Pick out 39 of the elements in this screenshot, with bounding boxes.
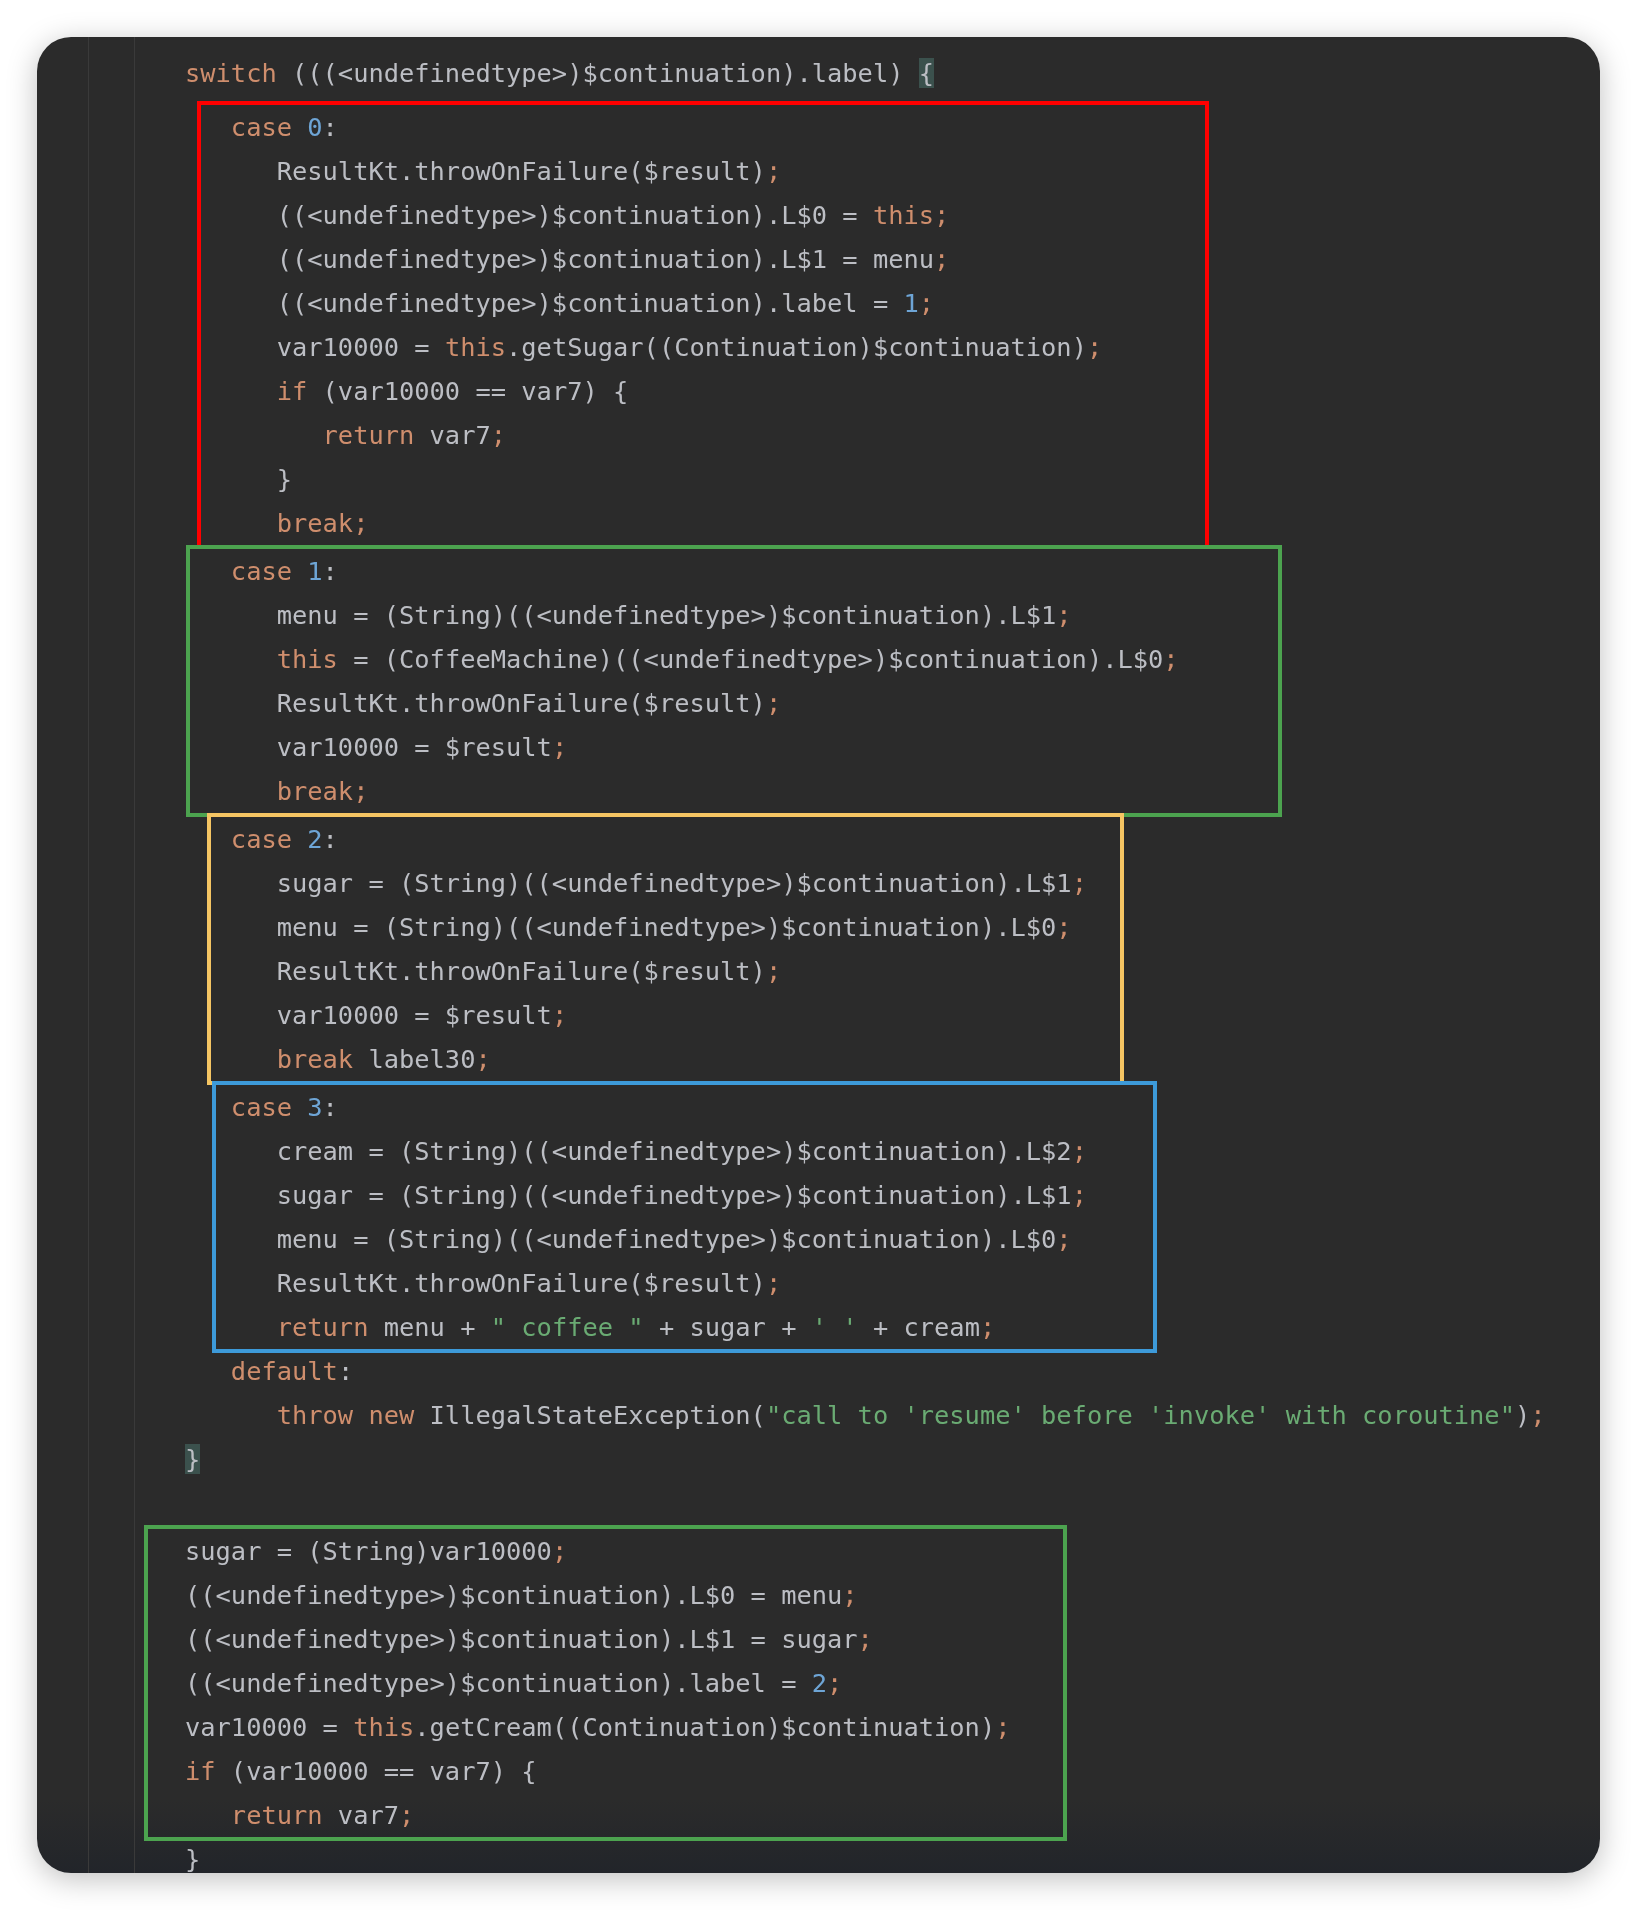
code-line: var10000 = this.getCream((Continuation)$continuation); xyxy=(185,1711,1011,1744)
code-line: case 2: xyxy=(229,823,338,856)
code-line: case 1: xyxy=(229,555,338,588)
code-line: return menu + " coffee " + sugar + ' ' + cream; xyxy=(275,1311,996,1344)
code-line: ((<undefinedtype>)$continuation).L$1 = sugar; xyxy=(185,1623,873,1656)
code-line: if (var10000 == var7) { xyxy=(275,375,629,408)
code-line: sugar = (String)((<undefinedtype>)$continuation).L$1; xyxy=(275,1179,1087,1212)
code-line: var10000 = $result; xyxy=(275,999,568,1032)
code-line: return var7; xyxy=(321,419,507,452)
code-line: var10000 = $result; xyxy=(275,731,568,764)
code-line: menu = (String)((<undefinedtype>)$continuation).L$0; xyxy=(275,1223,1072,1256)
code-line: menu = (String)((<undefinedtype>)$continuation).L$0; xyxy=(275,911,1072,944)
code-line: ResultKt.throwOnFailure($result); xyxy=(275,687,782,720)
code-line: this = (CoffeeMachine)((<undefinedtype>)$continuation).L$0; xyxy=(275,643,1179,676)
code-line: break; xyxy=(275,507,369,540)
code-line: ResultKt.throwOnFailure($result); xyxy=(275,955,782,988)
code-line: ((<undefinedtype>)$continuation).label = 2; xyxy=(185,1667,843,1700)
code-line: break; xyxy=(275,775,369,808)
code-line: throw new IllegalStateException("call to 'resume' before 'invoke' with coroutine"); xyxy=(275,1399,1546,1432)
code-line: if (var10000 == var7) { xyxy=(185,1755,537,1788)
code-line: ((<undefinedtype>)$continuation).L$0 = this; xyxy=(275,199,950,232)
code-line: } xyxy=(275,463,292,496)
code-line: var10000 = this.getSugar((Continuation)$continuation); xyxy=(275,331,1103,364)
code-line: ((<undefinedtype>)$continuation).L$0 = menu; xyxy=(185,1579,858,1612)
code-line: switch (((<undefinedtype>)$continuation).label) { xyxy=(185,57,935,90)
code-line: break label30; xyxy=(275,1043,491,1076)
code-line: case 3: xyxy=(229,1091,338,1124)
code-line: return var7; xyxy=(229,1799,415,1832)
code-line: ((<undefinedtype>)$continuation).label = 1; xyxy=(275,287,935,320)
code-line: default: xyxy=(229,1355,354,1388)
code-line: cream = (String)((<undefinedtype>)$continuation).L$2; xyxy=(275,1135,1087,1168)
code-line: menu = (String)((<undefinedtype>)$continuation).L$1; xyxy=(275,599,1072,632)
code-line: ResultKt.throwOnFailure($result); xyxy=(275,1267,782,1300)
code-line: sugar = (String)((<undefinedtype>)$continuation).L$1; xyxy=(275,867,1087,900)
code-line: case 0: xyxy=(229,111,338,144)
code-line: sugar = (String)var10000; xyxy=(185,1535,568,1568)
code-line: } xyxy=(185,1843,201,1873)
code-line: ResultKt.throwOnFailure($result); xyxy=(275,155,782,188)
code-line: ((<undefinedtype>)$continuation).L$1 = menu; xyxy=(275,243,950,276)
